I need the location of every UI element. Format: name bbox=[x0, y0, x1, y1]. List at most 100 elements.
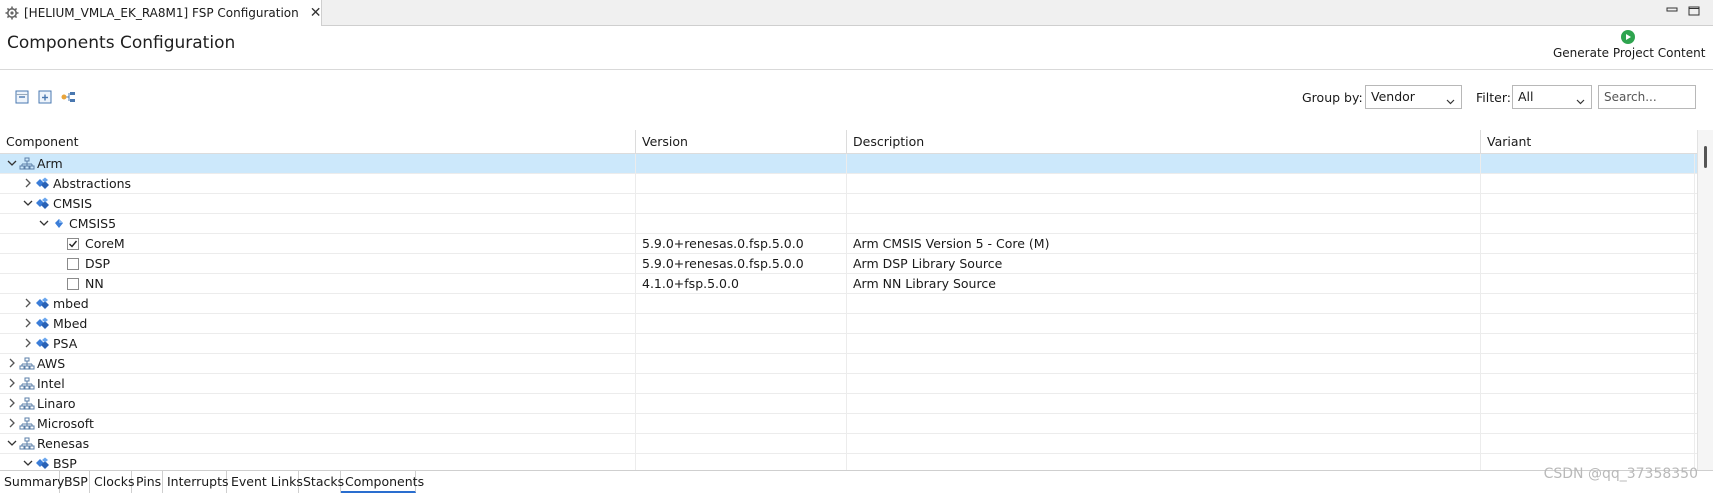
version-cell bbox=[636, 454, 847, 470]
column-header-component[interactable]: Component bbox=[0, 130, 636, 154]
filter-select[interactable]: All bbox=[1512, 85, 1592, 109]
vertical-scrollbar[interactable] bbox=[1697, 130, 1713, 470]
version-cell bbox=[636, 374, 847, 394]
version-cell: 4.1.0+fsp.5.0.0 bbox=[636, 274, 847, 294]
component-cell: Mbed bbox=[0, 314, 636, 334]
table-row[interactable]: Mbed bbox=[0, 314, 1697, 334]
component-name: AWS bbox=[37, 356, 66, 371]
version-cell bbox=[636, 154, 847, 174]
component-name: Intel bbox=[37, 376, 65, 391]
description-cell bbox=[847, 314, 1481, 334]
chevron-right-icon[interactable] bbox=[7, 378, 17, 388]
tab-pins[interactable]: Pins bbox=[132, 471, 163, 493]
table-row[interactable]: NN 4.1.0+fsp.5.0.0 Arm NN Library Source bbox=[0, 274, 1697, 294]
table-row[interactable]: DSP 5.9.0+renesas.0.fsp.5.0.0 Arm DSP Libr… bbox=[0, 254, 1697, 274]
collapse-all-icon[interactable] bbox=[14, 89, 30, 105]
scrollbar-thumb[interactable] bbox=[1704, 146, 1707, 168]
column-header-variant[interactable]: Variant bbox=[1481, 130, 1695, 154]
editor-tab[interactable]: [HELIUM_VMLA_EK_RA8M1] FSP Configuration… bbox=[0, 0, 322, 26]
close-icon[interactable]: ✕ bbox=[310, 6, 322, 20]
chevron-down-icon[interactable] bbox=[7, 438, 17, 448]
generate-project-content-button[interactable]: Generate Project Content bbox=[1553, 28, 1705, 64]
group-by-select[interactable]: Vendor bbox=[1365, 85, 1462, 109]
table-row[interactable]: CoreM 5.9.0+renesas.0.fsp.5.0.0 Arm CMSIS … bbox=[0, 234, 1697, 254]
component-name: Renesas bbox=[37, 436, 90, 451]
component-name: mbed bbox=[53, 296, 89, 311]
component-group-icon bbox=[35, 456, 51, 470]
tab-summary[interactable]: Summary bbox=[0, 471, 64, 493]
tab-components[interactable]: Components bbox=[341, 471, 424, 493]
component-group-icon bbox=[35, 196, 51, 212]
chevron-down-icon[interactable] bbox=[39, 218, 49, 228]
expand-all-icon[interactable] bbox=[37, 89, 53, 105]
component-group-icon bbox=[35, 296, 51, 312]
table-row[interactable]: PSA bbox=[0, 334, 1697, 354]
tab-bsp[interactable]: BSP bbox=[60, 471, 90, 493]
variant-cell bbox=[1481, 434, 1695, 454]
component-checkbox[interactable] bbox=[67, 238, 79, 250]
variant-cell bbox=[1481, 374, 1695, 394]
table-row[interactable]: Intel bbox=[0, 374, 1697, 394]
tab-event-links[interactable]: Event Links bbox=[227, 471, 303, 493]
maximize-icon[interactable] bbox=[1687, 5, 1701, 17]
component-cell: Linaro bbox=[0, 394, 636, 414]
table-row[interactable]: Renesas bbox=[0, 434, 1697, 454]
chevron-down-icon[interactable] bbox=[23, 458, 33, 468]
tab-clocks[interactable]: Clocks bbox=[90, 471, 134, 493]
variant-cell bbox=[1481, 294, 1695, 314]
description-cell bbox=[847, 294, 1481, 314]
component-cell: PSA bbox=[0, 334, 636, 354]
table-row[interactable]: BSP bbox=[0, 454, 1697, 470]
show-selected-icon[interactable] bbox=[60, 89, 76, 105]
page-header: Components Configuration Generate Projec… bbox=[0, 26, 1713, 70]
table-row[interactable]: CMSIS5 bbox=[0, 214, 1697, 234]
search-input[interactable]: Search... bbox=[1598, 85, 1696, 109]
version-cell bbox=[636, 414, 847, 434]
tab-stacks[interactable]: Stacks bbox=[299, 471, 344, 493]
table-row[interactable]: Microsoft bbox=[0, 414, 1697, 434]
version-cell bbox=[636, 354, 847, 374]
minimize-icon[interactable] bbox=[1665, 5, 1679, 17]
description-cell bbox=[847, 334, 1481, 354]
editor-tab-title: [HELIUM_VMLA_EK_RA8M1] FSP Configuration bbox=[24, 6, 299, 20]
chevron-right-icon[interactable] bbox=[23, 298, 33, 308]
description-cell bbox=[847, 454, 1481, 470]
table-row[interactable]: mbed bbox=[0, 294, 1697, 314]
tab-interrupts[interactable]: Interrupts bbox=[163, 471, 229, 493]
watermark: CSDN @qq_37358350 bbox=[1543, 466, 1698, 482]
chevron-right-icon[interactable] bbox=[23, 338, 33, 348]
table-row[interactable]: AWS bbox=[0, 354, 1697, 374]
table-row[interactable]: Linaro bbox=[0, 394, 1697, 414]
chevron-down-icon[interactable] bbox=[7, 158, 17, 168]
variant-cell bbox=[1481, 394, 1695, 414]
version-cell bbox=[636, 174, 847, 194]
variant-cell bbox=[1481, 254, 1695, 274]
table-row[interactable]: Abstractions bbox=[0, 174, 1697, 194]
variant-cell bbox=[1481, 314, 1695, 334]
component-checkbox[interactable] bbox=[67, 258, 79, 270]
components-toolbar: Group by: Vendor Filter: All Search... bbox=[0, 78, 1713, 118]
chevron-right-icon[interactable] bbox=[23, 318, 33, 328]
version-cell bbox=[636, 334, 847, 354]
chevron-down-icon[interactable] bbox=[23, 198, 33, 208]
chevron-right-icon[interactable] bbox=[7, 418, 17, 428]
chevron-right-icon[interactable] bbox=[7, 358, 17, 368]
table-header: Component Version Description Variant bbox=[0, 130, 1697, 154]
table-row[interactable]: CMSIS bbox=[0, 194, 1697, 214]
component-name: PSA bbox=[53, 336, 78, 351]
vendor-icon bbox=[19, 436, 35, 452]
variant-cell bbox=[1481, 414, 1695, 434]
component-name: Arm bbox=[37, 156, 63, 171]
chevron-right-icon[interactable] bbox=[7, 398, 17, 408]
variant-cell bbox=[1481, 354, 1695, 374]
description-cell bbox=[847, 194, 1481, 214]
chevron-right-icon[interactable] bbox=[23, 178, 33, 188]
description-cell: Arm NN Library Source bbox=[847, 274, 1481, 294]
component-cell: Microsoft bbox=[0, 414, 636, 434]
table-row[interactable]: Arm bbox=[0, 154, 1697, 174]
description-cell bbox=[847, 414, 1481, 434]
column-header-description[interactable]: Description bbox=[847, 130, 1481, 154]
component-name: CoreM bbox=[85, 236, 125, 251]
component-checkbox[interactable] bbox=[67, 278, 79, 290]
column-header-version[interactable]: Version bbox=[636, 130, 847, 154]
